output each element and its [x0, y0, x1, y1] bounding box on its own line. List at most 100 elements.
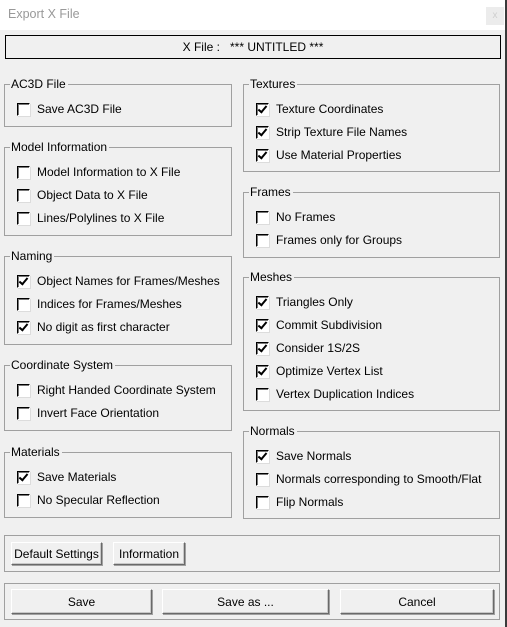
checkbox-label: Use Material Properties	[276, 148, 402, 162]
close-icon: x	[492, 10, 498, 21]
checkbox-label: No Specular Reflection	[37, 493, 160, 507]
checkbox-right-handed[interactable]: Right Handed Coordinate System	[17, 382, 216, 398]
checkbox-box[interactable]	[17, 188, 30, 202]
checkbox-label: Frames only for Groups	[276, 233, 403, 247]
checkbox-label: Save Materials	[37, 470, 117, 484]
checkbox-box[interactable]	[17, 102, 30, 116]
checkbox-box[interactable]	[17, 406, 30, 420]
checkbox-label: Object Names for Frames/Meshes	[37, 274, 220, 288]
checkbox-texture-coordinates[interactable]: Texture Coordinates	[256, 101, 383, 117]
checkbox-box[interactable]	[17, 297, 30, 311]
checkbox-object-data[interactable]: Object Data to X File	[17, 187, 148, 203]
checkbox-box[interactable]	[256, 387, 269, 401]
group-textures: Textures Texture Coordinates Strip Textu…	[243, 77, 500, 172]
checkbox-consider-1s-2s[interactable]: Consider 1S/2S	[256, 340, 360, 356]
title-bar: Export X File x	[0, 0, 507, 30]
checkbox-lines-polylines[interactable]: Lines/Polylines to X File	[17, 210, 164, 226]
checkbox-frames-only-groups[interactable]: Frames only for Groups	[256, 232, 402, 248]
group-materials: Materials Save Materials No Specular Ref…	[4, 445, 232, 518]
checkbox-object-names[interactable]: Object Names for Frames/Meshes	[17, 273, 220, 289]
checkbox-label: Normals corresponding to Smooth/Flat	[276, 472, 482, 486]
checkbox-normals-smooth-flat[interactable]: Normals corresponding to Smooth/Flat	[256, 471, 481, 487]
checkbox-box[interactable]	[256, 102, 269, 116]
checkbox-label: Save AC3D File	[37, 102, 122, 116]
checkbox-box[interactable]	[17, 320, 30, 334]
checkbox-flip-normals[interactable]: Flip Normals	[256, 494, 343, 510]
checkbox-label: No Frames	[276, 210, 336, 224]
default-settings-button[interactable]: Default Settings	[11, 542, 102, 565]
group-meshes: Meshes Triangles Only Commit Subdivision…	[243, 270, 500, 411]
checkbox-no-digit-first[interactable]: No digit as first character	[17, 319, 170, 335]
save-as-button[interactable]: Save as ...	[162, 589, 329, 614]
group-naming: Naming Object Names for Frames/Meshes In…	[4, 249, 232, 345]
checkbox-model-information[interactable]: Model Information to X File	[17, 164, 180, 180]
checkbox-label: Flip Normals	[276, 495, 344, 509]
checkbox-commit-subdivision[interactable]: Commit Subdivision	[256, 317, 382, 333]
checkbox-box[interactable]	[17, 165, 30, 179]
group-ac3d-file: AC3D File Save AC3D File	[4, 77, 232, 127]
group-coordinate-system: Coordinate System Right Handed Coordinat…	[4, 358, 232, 431]
file-name-value: *** UNTITLED ***	[230, 40, 324, 54]
checkbox-save-ac3d-file[interactable]: Save AC3D File	[17, 101, 122, 117]
group-title: Frames	[249, 185, 293, 199]
group-title: Textures	[249, 77, 298, 91]
checkbox-save-materials[interactable]: Save Materials	[17, 469, 116, 485]
group-title: AC3D File	[10, 77, 68, 91]
checkbox-label: Commit Subdivision	[276, 318, 383, 332]
checkbox-box[interactable]	[17, 383, 30, 397]
checkbox-label: Optimize Vertex List	[276, 364, 383, 378]
close-button[interactable]: x	[486, 7, 504, 25]
checkbox-label: Consider 1S/2S	[276, 341, 361, 355]
window-title: Export X File	[8, 7, 80, 21]
group-frames: Frames No Frames Frames only for Groups	[243, 185, 500, 258]
checkbox-box[interactable]	[256, 364, 269, 378]
checkbox-label: Texture Coordinates	[276, 102, 384, 116]
checkbox-label: Object Data to X File	[37, 188, 148, 202]
checkbox-label: Lines/Polylines to X File	[37, 211, 165, 225]
checkbox-vertex-duplication[interactable]: Vertex Duplication Indices	[256, 386, 414, 402]
checkbox-box[interactable]	[256, 495, 269, 509]
checkbox-box[interactable]	[256, 449, 269, 463]
checkbox-triangles-only[interactable]: Triangles Only	[256, 294, 353, 310]
checkbox-invert-face[interactable]: Invert Face Orientation	[17, 405, 159, 421]
checkbox-box[interactable]	[256, 233, 269, 247]
checkbox-box[interactable]	[17, 274, 30, 288]
checkbox-label: Vertex Duplication Indices	[276, 387, 415, 401]
checkbox-label: Triangles Only	[276, 295, 353, 309]
checkbox-optimize-vertex-list[interactable]: Optimize Vertex List	[256, 363, 383, 379]
checkbox-label: Save Normals	[276, 449, 352, 463]
group-title: Coordinate System	[10, 358, 116, 372]
information-button[interactable]: Information	[113, 542, 185, 565]
checkbox-indices[interactable]: Indices for Frames/Meshes	[17, 296, 182, 312]
checkbox-box[interactable]	[17, 211, 30, 225]
checkbox-strip-texture-names[interactable]: Strip Texture File Names	[256, 124, 407, 140]
file-label: X File :	[182, 40, 220, 54]
checkbox-label: Model Information to X File	[37, 165, 181, 179]
checkbox-box[interactable]	[256, 295, 269, 309]
checkbox-save-normals[interactable]: Save Normals	[256, 448, 351, 464]
file-name-bar: X File : *** UNTITLED ***	[5, 35, 501, 59]
checkbox-label: Strip Texture File Names	[276, 125, 408, 139]
checkbox-label: Indices for Frames/Meshes	[37, 297, 182, 311]
checkbox-box[interactable]	[256, 318, 269, 332]
group-normals: Normals Save Normals Normals correspondi…	[243, 424, 500, 519]
group-title: Meshes	[249, 270, 295, 284]
checkbox-label: Right Handed Coordinate System	[37, 383, 216, 397]
save-button[interactable]: Save	[11, 589, 152, 614]
cancel-button[interactable]: Cancel	[340, 589, 494, 614]
checkbox-no-frames[interactable]: No Frames	[256, 209, 335, 225]
checkbox-use-material-properties[interactable]: Use Material Properties	[256, 147, 401, 163]
checkbox-box[interactable]	[256, 210, 269, 224]
checkbox-no-specular[interactable]: No Specular Reflection	[17, 492, 160, 508]
checkbox-box[interactable]	[256, 125, 269, 139]
checkbox-box[interactable]	[17, 493, 30, 507]
group-title: Materials	[10, 445, 62, 459]
checkbox-box[interactable]	[256, 341, 269, 355]
checkbox-box[interactable]	[256, 472, 269, 486]
group-title: Normals	[249, 424, 297, 438]
group-title: Model Information	[10, 140, 110, 154]
group-model-information: Model Information Model Information to X…	[4, 140, 232, 236]
checkbox-box[interactable]	[17, 470, 30, 484]
checkbox-label: No digit as first character	[37, 320, 170, 334]
checkbox-box[interactable]	[256, 148, 269, 162]
